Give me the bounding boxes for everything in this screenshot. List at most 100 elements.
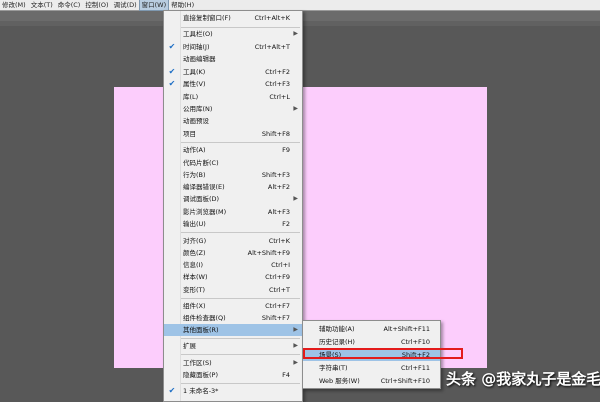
menu-item-compiler-errors[interactable]: 编译器错误(E) Alt+F2 xyxy=(164,181,302,193)
menu-help[interactable]: 帮助(H) xyxy=(169,0,196,10)
menu-separator xyxy=(181,298,300,299)
menu-item-label: 1 未命名-3* xyxy=(183,387,219,395)
menu-item-hide-panels[interactable]: 隐藏面板(P) F4 xyxy=(164,369,302,381)
menu-item-motion-editor[interactable]: 动画编辑器 xyxy=(164,53,302,65)
menu-item-toolbars[interactable]: 工具栏(O) ▶ xyxy=(164,28,302,40)
menu-item-code-snippets[interactable]: 代码片断(C) xyxy=(164,157,302,169)
menu-item-properties[interactable]: ✔ 属性(V) Ctrl+F3 xyxy=(164,78,302,90)
menu-separator xyxy=(181,354,300,355)
menu-item-label: 样本(W) xyxy=(183,273,208,281)
menu-item-shortcut: F4 xyxy=(282,371,290,379)
menu-item-info[interactable]: 信息(I) Ctrl+I xyxy=(164,259,302,271)
menu-item-other-panels[interactable]: 其他面板(R) ▶ xyxy=(164,324,302,336)
menu-item-timeline[interactable]: ✔ 时间轴(J) Ctrl+Alt+T xyxy=(164,41,302,53)
menu-item-tools[interactable]: ✔ 工具(K) Ctrl+F2 xyxy=(164,66,302,78)
menu-item-label: 扩展 xyxy=(183,342,196,350)
submenu-item-web-services[interactable]: Web 服务(W) Ctrl+Shift+F10 xyxy=(303,375,440,387)
menu-item-label: 字符串(T) xyxy=(319,364,348,372)
menu-item-shortcut: Ctrl+Shift+F10 xyxy=(380,377,430,385)
chevron-right-icon: ▶ xyxy=(293,342,298,349)
menu-item-component-inspector[interactable]: 组件检查器(Q) Shift+F7 xyxy=(164,312,302,324)
menu-item-output[interactable]: 输出(U) F2 xyxy=(164,218,302,230)
menu-item-shortcut: Ctrl+T xyxy=(269,286,290,294)
menu-commands[interactable]: 命令(C) xyxy=(56,0,83,10)
chevron-right-icon: ▶ xyxy=(293,359,298,366)
check-icon: ✔ xyxy=(168,386,176,395)
menu-item-behaviors[interactable]: 行为(B) Shift+F3 xyxy=(164,169,302,181)
chevron-right-icon: ▶ xyxy=(293,105,298,112)
menu-item-motion-presets[interactable]: 动画预设 xyxy=(164,115,302,127)
window-menu-dropdown: 直接复制窗口(F) Ctrl+Alt+K 工具栏(O) ▶ ✔ 时间轴(J) C… xyxy=(163,10,303,402)
chevron-right-icon: ▶ xyxy=(293,326,298,333)
menu-item-workspace[interactable]: 工作区(S) ▶ xyxy=(164,357,302,369)
menu-item-shortcut: Shift+F7 xyxy=(261,314,290,322)
menu-separator xyxy=(181,142,300,143)
menu-item-label: 颜色(Z) xyxy=(183,249,206,257)
menu-item-label: 组件(X) xyxy=(183,302,206,310)
menu-item-open-document[interactable]: ✔ 1 未命名-3* xyxy=(164,385,302,397)
menu-item-label: 直接复制窗口(F) xyxy=(183,14,231,22)
menu-item-transform[interactable]: 变形(T) Ctrl+T xyxy=(164,284,302,296)
menu-item-align[interactable]: 对齐(G) Ctrl+K xyxy=(164,235,302,247)
menu-item-label: 其他面板(R) xyxy=(183,326,219,334)
menu-item-movie-explorer[interactable]: 影片浏览器(M) Alt+F3 xyxy=(164,206,302,218)
menu-item-label: Web 服务(W) xyxy=(319,377,360,385)
menu-item-shortcut: F2 xyxy=(282,220,290,228)
menu-debug[interactable]: 调试(D) xyxy=(112,0,139,10)
menu-item-label: 输出(U) xyxy=(183,220,206,228)
menu-item-debug-panels[interactable]: 调试面板(D) ▶ xyxy=(164,193,302,205)
menu-item-label: 对齐(G) xyxy=(183,237,207,245)
menu-item-label: 变形(T) xyxy=(183,286,206,294)
menu-item-components[interactable]: 组件(X) Ctrl+F7 xyxy=(164,300,302,312)
menu-item-label: 动画预设 xyxy=(183,117,209,125)
submenu-item-history[interactable]: 历史记录(H) Ctrl+F10 xyxy=(303,336,440,348)
submenu-item-accessibility[interactable]: 辅助功能(A) Alt+Shift+F11 xyxy=(303,323,440,335)
menu-text[interactable]: 文本(T) xyxy=(29,0,55,10)
menu-item-shortcut: Ctrl+F9 xyxy=(265,273,290,281)
menu-item-label: 影片浏览器(M) xyxy=(183,208,227,216)
menu-item-shortcut: Alt+F2 xyxy=(267,183,290,191)
menu-item-label: 工具(K) xyxy=(183,68,206,76)
menu-item-extensions[interactable]: 扩展 ▶ xyxy=(164,340,302,352)
menu-item-shortcut: Alt+Shift+F9 xyxy=(247,249,290,257)
menu-item-color[interactable]: 颜色(Z) Alt+Shift+F9 xyxy=(164,247,302,259)
menu-item-shortcut: Ctrl+F10 xyxy=(400,338,430,346)
chevron-right-icon: ▶ xyxy=(293,30,298,37)
menu-item-label: 历史记录(H) xyxy=(319,338,355,346)
menu-window[interactable]: 窗口(W) xyxy=(138,0,170,11)
menu-item-duplicate-window[interactable]: 直接复制窗口(F) Ctrl+Alt+K xyxy=(164,12,302,24)
menu-item-swatches[interactable]: 样本(W) Ctrl+F9 xyxy=(164,271,302,283)
menu-item-label: 组件检查器(Q) xyxy=(183,314,226,322)
menu-separator xyxy=(181,383,300,384)
menu-item-label: 隐藏面板(P) xyxy=(183,371,218,379)
submenu-item-strings[interactable]: 字符串(T) Ctrl+F11 xyxy=(303,362,440,374)
menu-item-label: 代码片断(C) xyxy=(183,159,219,167)
menu-item-label: 动画编辑器 xyxy=(183,55,216,63)
menu-item-shortcut: Ctrl+I xyxy=(271,261,290,269)
menu-item-shortcut: Ctrl+F2 xyxy=(265,68,290,76)
menu-item-label: 编译器错误(E) xyxy=(183,183,225,191)
menu-item-shortcut: Ctrl+F3 xyxy=(265,80,290,88)
annotation-highlight-box xyxy=(303,348,463,359)
menu-item-actions[interactable]: 动作(A) F9 xyxy=(164,144,302,156)
menu-control[interactable]: 控制(O) xyxy=(83,0,110,10)
check-icon: ✔ xyxy=(168,67,176,76)
menu-separator xyxy=(181,338,300,339)
menu-item-shortcut: Shift+F3 xyxy=(261,171,290,179)
menu-item-shortcut: Shift+F8 xyxy=(261,130,290,138)
menu-item-common-libraries[interactable]: 公用库(N) ▶ xyxy=(164,103,302,115)
menu-modify[interactable]: 修改(M) xyxy=(0,0,28,10)
menu-item-shortcut: Alt+Shift+F11 xyxy=(383,325,430,333)
menu-item-label: 库(L) xyxy=(183,93,199,101)
check-icon: ✔ xyxy=(168,79,176,88)
menu-item-label: 辅助功能(A) xyxy=(319,325,355,333)
menu-item-library[interactable]: 库(L) Ctrl+L xyxy=(164,91,302,103)
menu-item-label: 工具栏(O) xyxy=(183,30,213,38)
menu-item-shortcut: Ctrl+L xyxy=(269,93,290,101)
chevron-right-icon: ▶ xyxy=(293,195,298,202)
menu-item-label: 调试面板(D) xyxy=(183,195,220,203)
menu-item-label: 行为(B) xyxy=(183,171,206,179)
watermark-text: 头条 @我家丸子是金毛 xyxy=(446,370,600,388)
menu-item-project[interactable]: 项目 Shift+F8 xyxy=(164,128,302,140)
menu-item-label: 时间轴(J) xyxy=(183,43,210,51)
